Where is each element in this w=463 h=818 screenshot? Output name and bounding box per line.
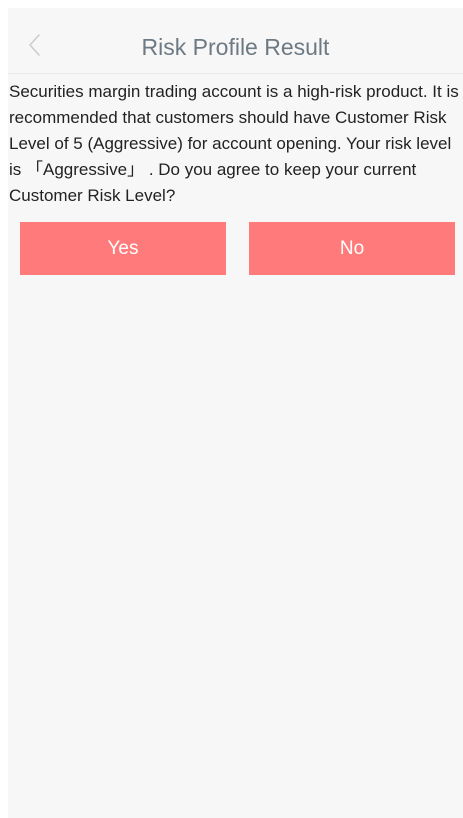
page-title: Risk Profile Result [141,34,330,60]
screen: Risk Profile Result Securities margin tr… [0,0,463,818]
yes-button[interactable]: Yes [20,222,226,275]
no-button[interactable]: No [249,222,455,275]
chevron-left-icon [29,34,40,56]
risk-profile-result-page: Risk Profile Result Securities margin tr… [8,8,463,818]
risk-level-message: Securities margin trading account is a h… [9,82,459,205]
header-bar: Risk Profile Result [8,8,463,74]
back-button[interactable] [22,30,50,60]
header-divider [8,73,463,74]
